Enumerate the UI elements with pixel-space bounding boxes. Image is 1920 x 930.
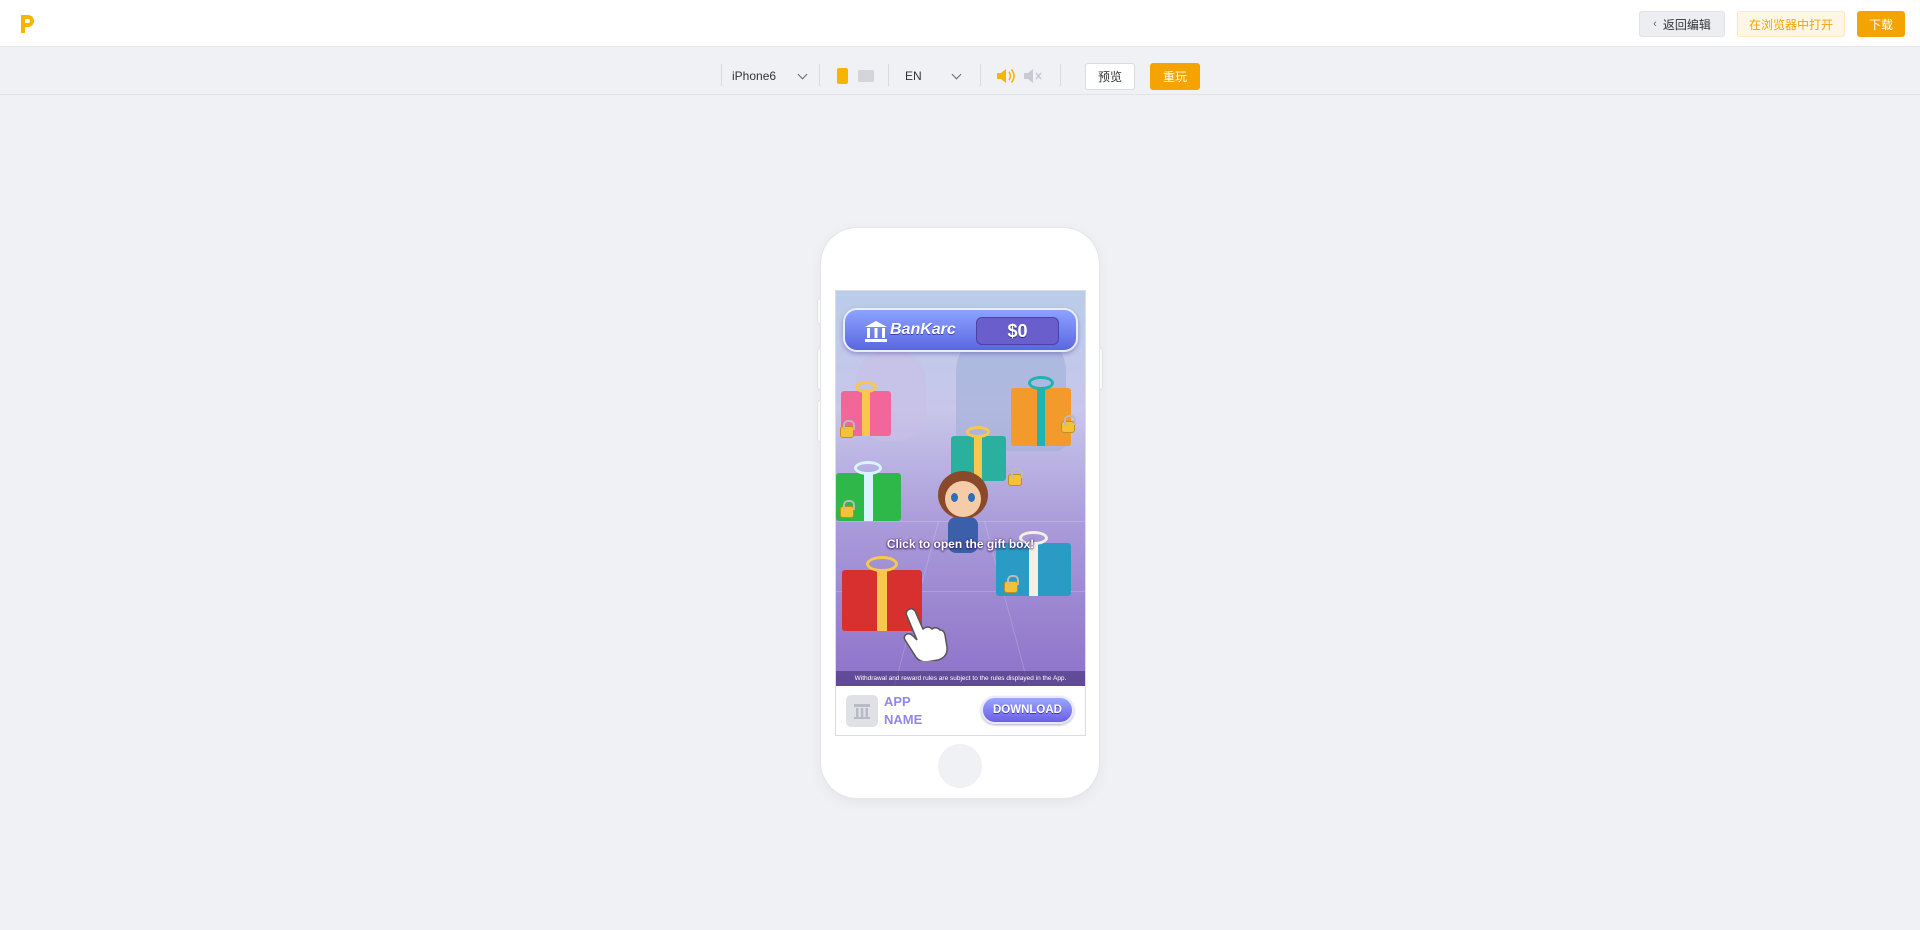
playable-ad-canvas[interactable]: BanKarc $0 Click to open the gift box! W… <box>836 291 1085 686</box>
balance-display: $0 <box>976 317 1059 345</box>
padlock-icon <box>1008 468 1023 486</box>
pointer-hand-icon <box>903 607 948 661</box>
cta-download-button[interactable]: DOWNLOAD <box>981 696 1074 724</box>
chevron-left-icon: ‹ <box>1653 18 1657 30</box>
sound-off-icon[interactable] <box>1022 66 1044 86</box>
chevron-down-icon <box>951 69 962 80</box>
bank-building-icon <box>865 321 887 342</box>
toolbar-divider <box>888 64 889 86</box>
instruction-text: Click to open the gift box! <box>886 537 1035 551</box>
back-to-edit-button[interactable]: ‹ 返回编辑 <box>1639 11 1725 37</box>
toolbar-divider <box>721 64 722 86</box>
padlock-icon <box>840 500 855 518</box>
back-to-edit-label: 返回编辑 <box>1662 17 1711 32</box>
download-button[interactable]: 下载 <box>1857 11 1905 37</box>
phone-home-button[interactable] <box>938 744 982 788</box>
top-header: ‹ 返回编辑 在浏览器中打开 下载 <box>0 0 1920 47</box>
toolbar-divider <box>980 64 981 86</box>
padlock-icon <box>1061 415 1076 433</box>
replay-button[interactable]: 重玩 <box>1150 63 1200 90</box>
device-select-value: iPhone6 <box>732 69 777 83</box>
preview-button[interactable]: 预览 <box>1085 63 1135 90</box>
device-select[interactable]: iPhone6 <box>732 65 808 87</box>
sound-on-icon[interactable] <box>995 66 1017 86</box>
app-cta-bar: APP NAME DOWNLOAD <box>836 686 1085 735</box>
language-select-value: EN <box>905 69 922 83</box>
phone-power-button <box>1099 348 1103 390</box>
padlock-icon <box>840 420 855 438</box>
chevron-down-icon <box>797 69 808 80</box>
bank-name: BanKarc <box>890 321 956 338</box>
preview-toolbar <box>0 48 1920 95</box>
toolbar-divider <box>1060 64 1061 86</box>
portrait-orientation-icon[interactable] <box>837 68 848 84</box>
open-in-browser-button[interactable]: 在浏览器中打开 <box>1737 11 1845 37</box>
padlock-icon <box>1004 575 1019 593</box>
ad-preview-screen: BanKarc $0 Click to open the gift box! W… <box>835 290 1086 736</box>
app-name: APP NAME <box>884 694 923 727</box>
language-select[interactable]: EN <box>905 65 962 87</box>
app-icon <box>846 695 878 727</box>
app-placeholder-icon <box>854 704 870 719</box>
landscape-orientation-icon[interactable] <box>858 70 874 82</box>
toolbar-divider <box>819 64 820 86</box>
locked-gift-box-orange[interactable] <box>1011 376 1071 446</box>
p-logo-icon[interactable] <box>18 13 36 35</box>
disclaimer-text: Withdrawal and reward rules are subject … <box>836 671 1085 686</box>
